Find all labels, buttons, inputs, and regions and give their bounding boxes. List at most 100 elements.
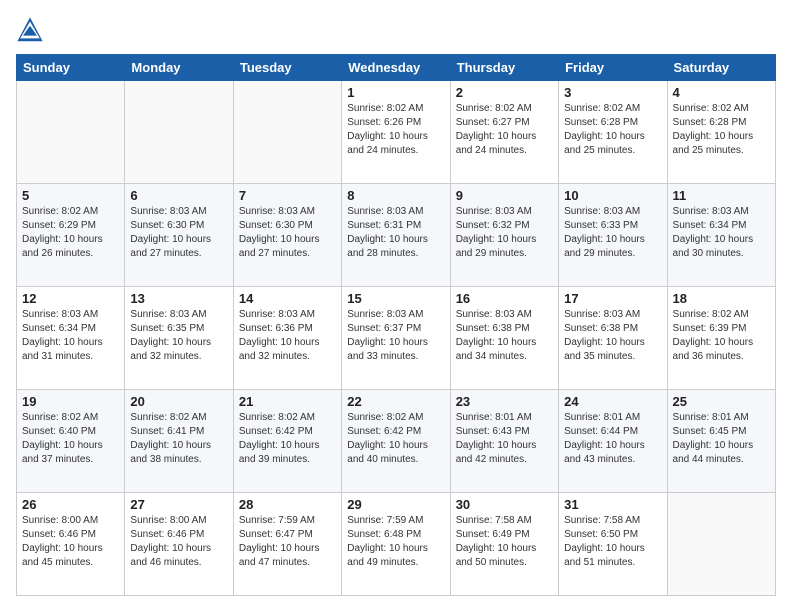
day-number: 30: [456, 497, 553, 512]
cell-info: Sunrise: 8:03 AM Sunset: 6:34 PM Dayligh…: [673, 205, 770, 261]
calendar-cell: [17, 81, 125, 184]
day-header: Friday: [559, 55, 667, 81]
calendar-cell: 21Sunrise: 8:02 AM Sunset: 6:42 PM Dayli…: [233, 390, 341, 493]
cell-info: Sunrise: 7:59 AM Sunset: 6:48 PM Dayligh…: [347, 514, 444, 570]
calendar-cell: 28 Sunrise: 7:59 AM Sunset: 6:47 PM Dayli…: [233, 493, 341, 596]
cell-info: Sunrise: 8:02 AM Sunset: 6:40 PM Dayligh…: [22, 411, 119, 467]
day-number: 4: [673, 85, 770, 100]
calendar-week-row: 19 Sunrise: 8:02 AM Sunset: 6:40 PM Dayli…: [17, 390, 776, 493]
logo: [16, 16, 48, 44]
day-number: 6: [130, 188, 227, 203]
cell-info: Sunrise: 8:01 AM Sunset: 6:45 PM Dayligh…: [673, 411, 770, 467]
calendar-cell: 12 Sunrise: 8:03 AM Sunset: 6:34 PM Dayli…: [17, 287, 125, 390]
cell-info: Sunrise: 8:02 AM Sunset: 6:42 PM Dayligh…: [347, 411, 444, 467]
day-header: Thursday: [450, 55, 558, 81]
day-number: 13: [130, 291, 227, 306]
day-number: 19: [22, 394, 119, 409]
calendar-cell: [125, 81, 233, 184]
day-number: 21: [239, 394, 336, 409]
calendar-cell: 29 Sunrise: 7:59 AM Sunset: 6:48 PM Dayli…: [342, 493, 450, 596]
cell-info: Sunrise: 8:01 AM Sunset: 6:44 PM Dayligh…: [564, 411, 661, 467]
calendar-cell: 22 Sunrise: 8:02 AM Sunset: 6:42 PM Dayli…: [342, 390, 450, 493]
calendar-cell: 5 Sunrise: 8:02 AM Sunset: 6:29 PM Daylig…: [17, 184, 125, 287]
calendar-cell: 30 Sunrise: 7:58 AM Sunset: 6:49 PM Dayli…: [450, 493, 558, 596]
calendar-cell: 3 Sunrise: 8:02 AM Sunset: 6:28 PM Daylig…: [559, 81, 667, 184]
day-number: 24: [564, 394, 661, 409]
calendar-cell: 6Sunrise: 8:03 AM Sunset: 6:30 PM Daylig…: [125, 184, 233, 287]
calendar-week-row: 26 Sunrise: 8:00 AM Sunset: 6:46 PM Dayli…: [17, 493, 776, 596]
calendar-cell: 7 Sunrise: 8:03 AM Sunset: 6:30 PM Daylig…: [233, 184, 341, 287]
day-number: 2: [456, 85, 553, 100]
calendar-cell: 4 Sunrise: 8:02 AM Sunset: 6:28 PM Daylig…: [667, 81, 775, 184]
cell-info: Sunrise: 8:01 AM Sunset: 6:43 PM Dayligh…: [456, 411, 553, 467]
day-header: Monday: [125, 55, 233, 81]
day-number: 25: [673, 394, 770, 409]
cell-info: Sunrise: 8:02 AM Sunset: 6:27 PM Dayligh…: [456, 102, 553, 158]
cell-info: Sunrise: 8:03 AM Sunset: 6:34 PM Dayligh…: [22, 308, 119, 364]
cell-info: Sunrise: 8:00 AM Sunset: 6:46 PM Dayligh…: [130, 514, 227, 570]
logo-icon: [16, 16, 44, 44]
calendar-cell: 17Sunrise: 8:03 AM Sunset: 6:38 PM Dayli…: [559, 287, 667, 390]
day-number: 28: [239, 497, 336, 512]
day-number: 3: [564, 85, 661, 100]
day-number: 12: [22, 291, 119, 306]
cell-info: Sunrise: 8:02 AM Sunset: 6:39 PM Dayligh…: [673, 308, 770, 364]
calendar-week-row: 1 Sunrise: 8:02 AM Sunset: 6:26 PM Daylig…: [17, 81, 776, 184]
cell-info: Sunrise: 8:03 AM Sunset: 6:37 PM Dayligh…: [347, 308, 444, 364]
day-number: 27: [130, 497, 227, 512]
day-number: 17: [564, 291, 661, 306]
calendar-cell: 16 Sunrise: 8:03 AM Sunset: 6:38 PM Dayli…: [450, 287, 558, 390]
page: SundayMondayTuesdayWednesdayThursdayFrid…: [0, 0, 792, 612]
day-header: Saturday: [667, 55, 775, 81]
day-header: Wednesday: [342, 55, 450, 81]
cell-info: Sunrise: 7:58 AM Sunset: 6:49 PM Dayligh…: [456, 514, 553, 570]
cell-info: Sunrise: 8:02 AM Sunset: 6:29 PM Dayligh…: [22, 205, 119, 261]
calendar-cell: 1 Sunrise: 8:02 AM Sunset: 6:26 PM Daylig…: [342, 81, 450, 184]
day-number: 1: [347, 85, 444, 100]
day-header: Tuesday: [233, 55, 341, 81]
cell-info: Sunrise: 8:03 AM Sunset: 6:33 PM Dayligh…: [564, 205, 661, 261]
calendar-cell: 14 Sunrise: 8:03 AM Sunset: 6:36 PM Dayli…: [233, 287, 341, 390]
calendar-header-row: SundayMondayTuesdayWednesdayThursdayFrid…: [17, 55, 776, 81]
day-number: 8: [347, 188, 444, 203]
cell-info: Sunrise: 7:59 AM Sunset: 6:47 PM Dayligh…: [239, 514, 336, 570]
day-number: 5: [22, 188, 119, 203]
day-number: 10: [564, 188, 661, 203]
day-number: 7: [239, 188, 336, 203]
calendar-cell: 25 Sunrise: 8:01 AM Sunset: 6:45 PM Dayli…: [667, 390, 775, 493]
calendar-cell: 27 Sunrise: 8:00 AM Sunset: 6:46 PM Dayli…: [125, 493, 233, 596]
calendar-cell: 8Sunrise: 8:03 AM Sunset: 6:31 PM Daylig…: [342, 184, 450, 287]
day-number: 29: [347, 497, 444, 512]
calendar-cell: 31 Sunrise: 7:58 AM Sunset: 6:50 PM Dayli…: [559, 493, 667, 596]
cell-info: Sunrise: 8:00 AM Sunset: 6:46 PM Dayligh…: [22, 514, 119, 570]
cell-info: Sunrise: 8:03 AM Sunset: 6:30 PM Dayligh…: [239, 205, 336, 261]
cell-info: Sunrise: 8:03 AM Sunset: 6:36 PM Dayligh…: [239, 308, 336, 364]
day-number: 15: [347, 291, 444, 306]
calendar-week-row: 12 Sunrise: 8:03 AM Sunset: 6:34 PM Dayli…: [17, 287, 776, 390]
calendar-cell: 13 Sunrise: 8:03 AM Sunset: 6:35 PM Dayli…: [125, 287, 233, 390]
cell-info: Sunrise: 8:02 AM Sunset: 6:26 PM Dayligh…: [347, 102, 444, 158]
calendar-table: SundayMondayTuesdayWednesdayThursdayFrid…: [16, 54, 776, 596]
calendar-cell: [667, 493, 775, 596]
cell-info: Sunrise: 8:03 AM Sunset: 6:35 PM Dayligh…: [130, 308, 227, 364]
cell-info: Sunrise: 8:02 AM Sunset: 6:41 PM Dayligh…: [130, 411, 227, 467]
calendar-cell: 24 Sunrise: 8:01 AM Sunset: 6:44 PM Dayli…: [559, 390, 667, 493]
cell-info: Sunrise: 8:03 AM Sunset: 6:32 PM Dayligh…: [456, 205, 553, 261]
day-number: 18: [673, 291, 770, 306]
calendar-cell: [233, 81, 341, 184]
day-number: 23: [456, 394, 553, 409]
calendar-week-row: 5 Sunrise: 8:02 AM Sunset: 6:29 PM Daylig…: [17, 184, 776, 287]
day-number: 16: [456, 291, 553, 306]
day-number: 20: [130, 394, 227, 409]
day-number: 26: [22, 497, 119, 512]
day-number: 14: [239, 291, 336, 306]
cell-info: Sunrise: 8:03 AM Sunset: 6:38 PM Dayligh…: [456, 308, 553, 364]
day-number: 31: [564, 497, 661, 512]
day-number: 22: [347, 394, 444, 409]
header: [16, 16, 776, 44]
day-header: Sunday: [17, 55, 125, 81]
cell-info: Sunrise: 8:02 AM Sunset: 6:28 PM Dayligh…: [564, 102, 661, 158]
cell-info: Sunrise: 8:02 AM Sunset: 6:28 PM Dayligh…: [673, 102, 770, 158]
calendar-cell: 15 Sunrise: 8:03 AM Sunset: 6:37 PM Dayli…: [342, 287, 450, 390]
cell-info: Sunrise: 7:58 AM Sunset: 6:50 PM Dayligh…: [564, 514, 661, 570]
